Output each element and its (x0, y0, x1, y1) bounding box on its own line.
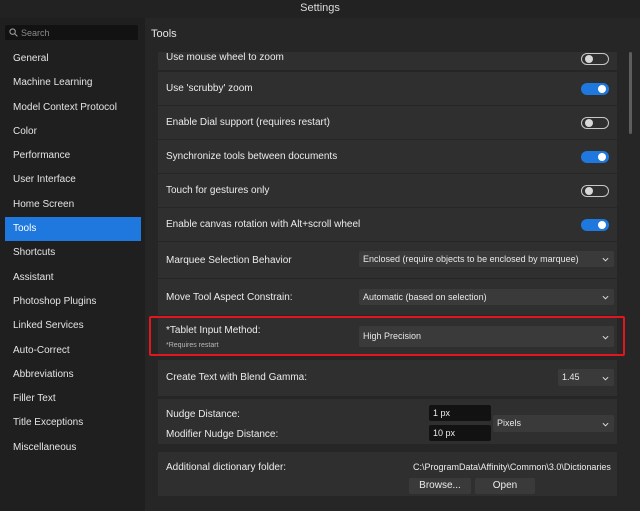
sidebar-item-photoshop-plugins[interactable]: Photoshop Plugins (5, 290, 141, 314)
toggle-switch[interactable] (581, 117, 609, 129)
sidebar-item-filler-text[interactable]: Filler Text (5, 387, 141, 411)
blend-gamma-dropdown[interactable]: 1.45 (558, 369, 614, 386)
marquee-selection-dropdown[interactable]: Enclosed (require objects to be enclosed… (359, 251, 614, 267)
search-icon (9, 28, 18, 37)
sidebar-item-shortcuts[interactable]: Shortcuts (5, 241, 141, 265)
setting-label: Enable Dial support (requires restart) (166, 117, 330, 128)
chevron-down-icon (602, 376, 609, 381)
modifier-nudge-distance-field[interactable] (429, 425, 491, 441)
toggle-knob (598, 85, 606, 93)
sidebar: General Machine Learning Model Context P… (0, 18, 145, 511)
toggle-switch[interactable] (581, 53, 609, 65)
dropdown-value: Enclosed (require objects to be enclosed… (363, 254, 579, 264)
modifier-nudge-distance-label: Modifier Nudge Distance: (166, 429, 279, 440)
highlight-box (149, 316, 625, 356)
sidebar-item-performance[interactable]: Performance (5, 144, 141, 168)
toggle-switch[interactable] (581, 219, 609, 231)
toggle-switch[interactable] (581, 185, 609, 197)
chevron-down-icon (602, 257, 609, 262)
setting-row-touch-gestures: Touch for gestures only (158, 174, 617, 207)
sidebar-item-color[interactable]: Color (5, 120, 141, 144)
setting-label: Use 'scrubby' zoom (166, 83, 253, 94)
setting-row-dial-support: Enable Dial support (requires restart) (158, 106, 617, 139)
sidebar-item-model-context-protocol[interactable]: Model Context Protocol (5, 96, 141, 120)
setting-label: Move Tool Aspect Constrain: (166, 292, 293, 303)
setting-row-marquee-selection: Marquee Selection Behavior Enclosed (req… (158, 242, 617, 278)
nudge-distance-field[interactable] (429, 405, 491, 421)
dropdown-value: Automatic (based on selection) (363, 292, 487, 302)
settings-panel: Tools Use mouse wheel to zoom Use 'scrub… (145, 18, 640, 511)
sidebar-item-linked-services[interactable]: Linked Services (5, 314, 141, 338)
setting-label: Use mouse wheel to zoom (166, 52, 284, 63)
setting-row-canvas-rotation: Enable canvas rotation with Alt+scroll w… (158, 208, 617, 241)
toggle-switch[interactable] (581, 83, 609, 95)
sidebar-item-assistant[interactable]: Assistant (5, 266, 141, 290)
move-tool-aspect-dropdown[interactable]: Automatic (based on selection) (359, 289, 614, 305)
chevron-down-icon (602, 422, 609, 427)
setting-label: Touch for gestures only (166, 185, 270, 196)
dictionary-path: C:\ProgramData\Affinity\Common\3.0\Dicti… (413, 462, 611, 472)
chevron-down-icon (602, 295, 609, 300)
browse-button[interactable]: Browse... (409, 478, 471, 494)
sidebar-item-home-screen[interactable]: Home Screen (5, 193, 141, 217)
sidebar-item-title-exceptions[interactable]: Title Exceptions (5, 411, 141, 435)
modifier-nudge-distance-input[interactable] (429, 425, 491, 441)
setting-row-move-tool-aspect: Move Tool Aspect Constrain: Automatic (b… (158, 279, 617, 315)
scrollbar[interactable] (629, 52, 632, 134)
setting-row-dictionary-folder: Additional dictionary folder: C:\Program… (158, 452, 617, 496)
sidebar-nav: General Machine Learning Model Context P… (5, 47, 141, 460)
sidebar-item-machine-learning[interactable]: Machine Learning (5, 71, 141, 95)
search-box[interactable] (5, 25, 138, 40)
sidebar-item-abbreviations[interactable]: Abbreviations (5, 363, 141, 387)
nudge-unit-dropdown[interactable]: Pixels (493, 415, 614, 432)
setting-row-blend-gamma: Create Text with Blend Gamma: 1.45 (158, 360, 617, 396)
window-title: Settings (0, 0, 640, 18)
page-title: Tools (151, 28, 177, 40)
toggle-knob (585, 55, 593, 63)
setting-row-scrubby-zoom: Use 'scrubby' zoom (158, 72, 617, 105)
setting-row-synchronize-tools: Synchronize tools between documents (158, 140, 617, 173)
setting-label: Marquee Selection Behavior (166, 255, 292, 266)
setting-row-nudge-distance: Nudge Distance: Modifier Nudge Distance:… (158, 399, 617, 444)
toggle-knob (598, 221, 606, 229)
toggle-knob (585, 187, 593, 195)
toggle-knob (585, 119, 593, 127)
setting-label: Synchronize tools between documents (166, 151, 338, 162)
open-button[interactable]: Open (475, 478, 535, 494)
sidebar-item-tools[interactable]: Tools (5, 217, 141, 242)
sidebar-item-auto-correct[interactable]: Auto-Correct (5, 339, 141, 363)
setting-label: Enable canvas rotation with Alt+scroll w… (166, 219, 361, 230)
nudge-distance-label: Nudge Distance: (166, 409, 240, 420)
toggle-knob (598, 153, 606, 161)
dropdown-value: Pixels (497, 418, 522, 428)
setting-row-mouse-wheel-zoom: Use mouse wheel to zoom (158, 52, 617, 70)
dropdown-value: 1.45 (562, 372, 580, 382)
sidebar-item-miscellaneous[interactable]: Miscellaneous (5, 436, 141, 460)
toggle-switch[interactable] (581, 151, 609, 163)
setting-label: Additional dictionary folder: (166, 462, 287, 473)
sidebar-item-general[interactable]: General (5, 47, 141, 71)
setting-label: Create Text with Blend Gamma: (166, 372, 307, 383)
search-input[interactable] (21, 25, 133, 40)
nudge-distance-input[interactable] (429, 405, 491, 421)
sidebar-item-user-interface[interactable]: User Interface (5, 168, 141, 192)
